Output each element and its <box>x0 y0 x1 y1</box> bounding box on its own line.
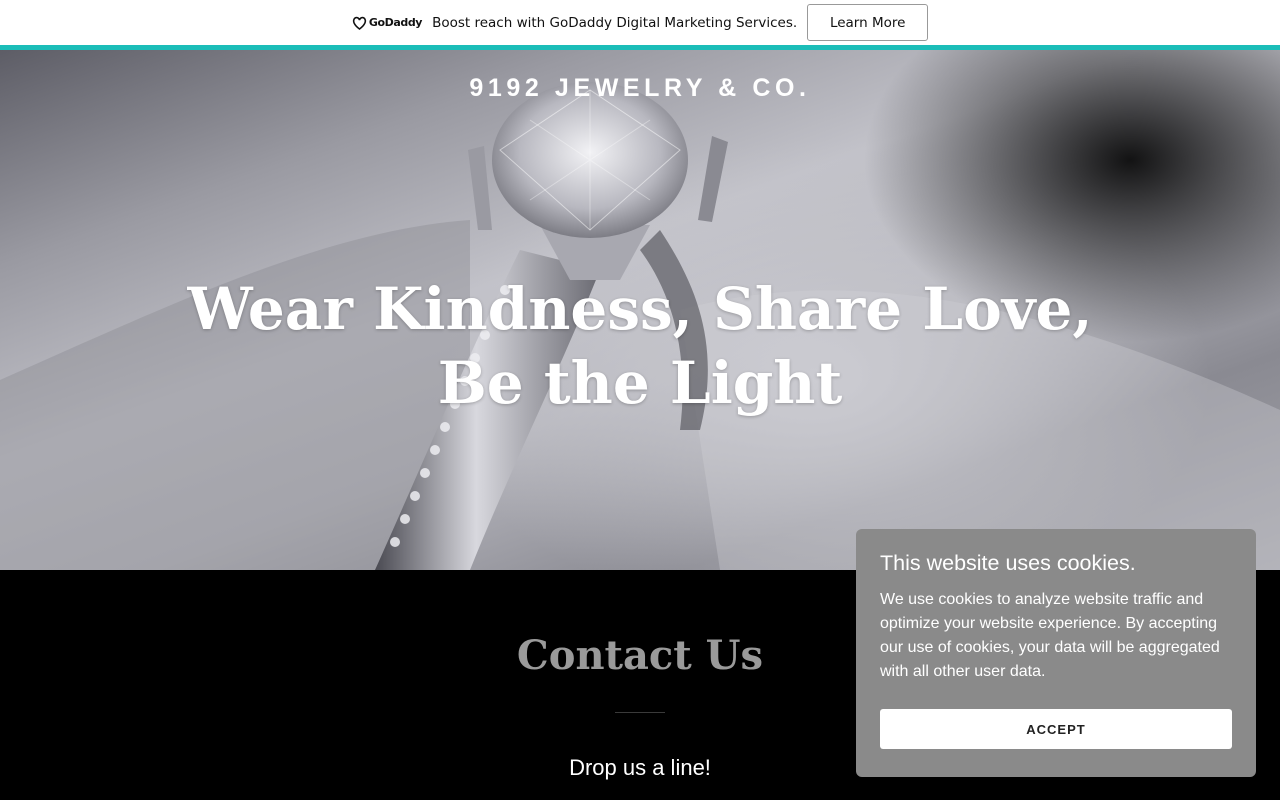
site-brand-title[interactable]: 9192 JEWELRY & CO. <box>0 74 1280 103</box>
cookie-banner: This website uses cookies. We use cookie… <box>856 529 1256 777</box>
hero-headline: Wear Kindness, Share Love, Be the Light <box>0 272 1280 420</box>
godaddy-logo-icon <box>352 16 366 30</box>
hero-headline-line-2: Be the Light <box>437 349 843 417</box>
godaddy-logo[interactable]: GoDaddy <box>352 16 422 30</box>
hero-section: 9192 JEWELRY & CO. Wear Kindness, Share … <box>0 50 1280 570</box>
promo-message: Boost reach with GoDaddy Digital Marketi… <box>432 14 798 31</box>
cookie-banner-body: We use cookies to analyze website traffi… <box>880 591 1220 680</box>
cookie-banner-title: This website uses cookies. <box>880 551 1136 575</box>
godaddy-logo-text: GoDaddy <box>368 16 423 29</box>
hero-headline-line-1: Wear Kindness, Share Love, <box>187 275 1093 343</box>
learn-more-button[interactable]: Learn More <box>807 4 929 41</box>
section-divider <box>615 712 665 713</box>
promo-bar: GoDaddy Boost reach with GoDaddy Digital… <box>0 0 1280 45</box>
accept-cookies-button[interactable]: ACCEPT <box>880 709 1232 749</box>
